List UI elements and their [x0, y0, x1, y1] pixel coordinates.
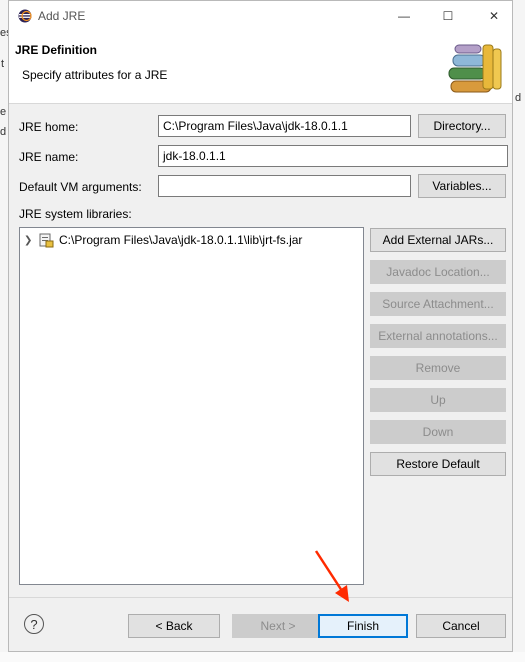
back-button[interactable]: < Back [128, 614, 220, 638]
source-attachment-button[interactable]: Source Attachment... [370, 292, 506, 316]
libraries-label: JRE system libraries: [19, 207, 132, 221]
jre-name-label: JRE name: [19, 150, 79, 164]
background-text: t [1, 58, 5, 70]
page-title: JRE Definition [15, 43, 98, 57]
cancel-button[interactable]: Cancel [416, 614, 506, 638]
add-jre-dialog: Add JRE — ☐ ✕ JRE Definition Specify att… [8, 0, 513, 652]
vm-arguments-label: Default VM arguments: [19, 180, 142, 194]
window-title: Add JRE [38, 9, 86, 23]
jre-name-field[interactable]: jdk-18.0.1.1 [158, 145, 508, 167]
jre-home-field[interactable]: C:\Program Files\Java\jdk-18.0.1.1 [158, 115, 411, 137]
background-text: d [515, 92, 522, 104]
add-external-jars-button[interactable]: Add External JARs... [370, 228, 506, 252]
background-window-left [0, 0, 8, 662]
jar-icon [39, 233, 54, 248]
restore-default-button[interactable]: Restore Default [370, 452, 506, 476]
eclipse-icon [18, 9, 32, 23]
close-button[interactable]: ✕ [480, 5, 508, 27]
next-button[interactable]: Next > [232, 614, 324, 638]
down-button[interactable]: Down [370, 420, 506, 444]
background-text: e [0, 106, 7, 118]
directory-button[interactable]: Directory... [418, 114, 506, 138]
libraries-tree[interactable]: ❯ C:\Program Files\Java\jdk-18.0.1.1\lib… [19, 227, 364, 585]
external-annotations-button[interactable]: External annotations... [370, 324, 506, 348]
background-window-bottom [0, 652, 525, 662]
javadoc-location-button[interactable]: Javadoc Location... [370, 260, 506, 284]
help-icon[interactable]: ? [24, 614, 44, 634]
remove-button[interactable]: Remove [370, 356, 506, 380]
up-button[interactable]: Up [370, 388, 506, 412]
finish-button[interactable]: Finish [318, 614, 408, 638]
jre-home-label: JRE home: [19, 120, 79, 134]
chevron-right-icon[interactable]: ❯ [24, 235, 34, 246]
library-item[interactable]: ❯ C:\Program Files\Java\jdk-18.0.1.1\lib… [24, 231, 302, 249]
library-books-icon [448, 44, 502, 93]
minimize-button[interactable]: — [390, 5, 418, 27]
title-bar: Add JRE — ☐ ✕ [9, 1, 512, 31]
background-text: d [0, 126, 7, 138]
maximize-button[interactable]: ☐ [434, 5, 462, 27]
variables-button[interactable]: Variables... [418, 174, 506, 198]
library-path: C:\Program Files\Java\jdk-18.0.1.1\lib\j… [59, 233, 303, 247]
footer-separator [9, 597, 512, 598]
vm-arguments-field[interactable] [158, 175, 411, 197]
page-description: Specify attributes for a JRE [22, 68, 168, 82]
wizard-header: JRE Definition Specify attributes for a … [9, 31, 512, 104]
